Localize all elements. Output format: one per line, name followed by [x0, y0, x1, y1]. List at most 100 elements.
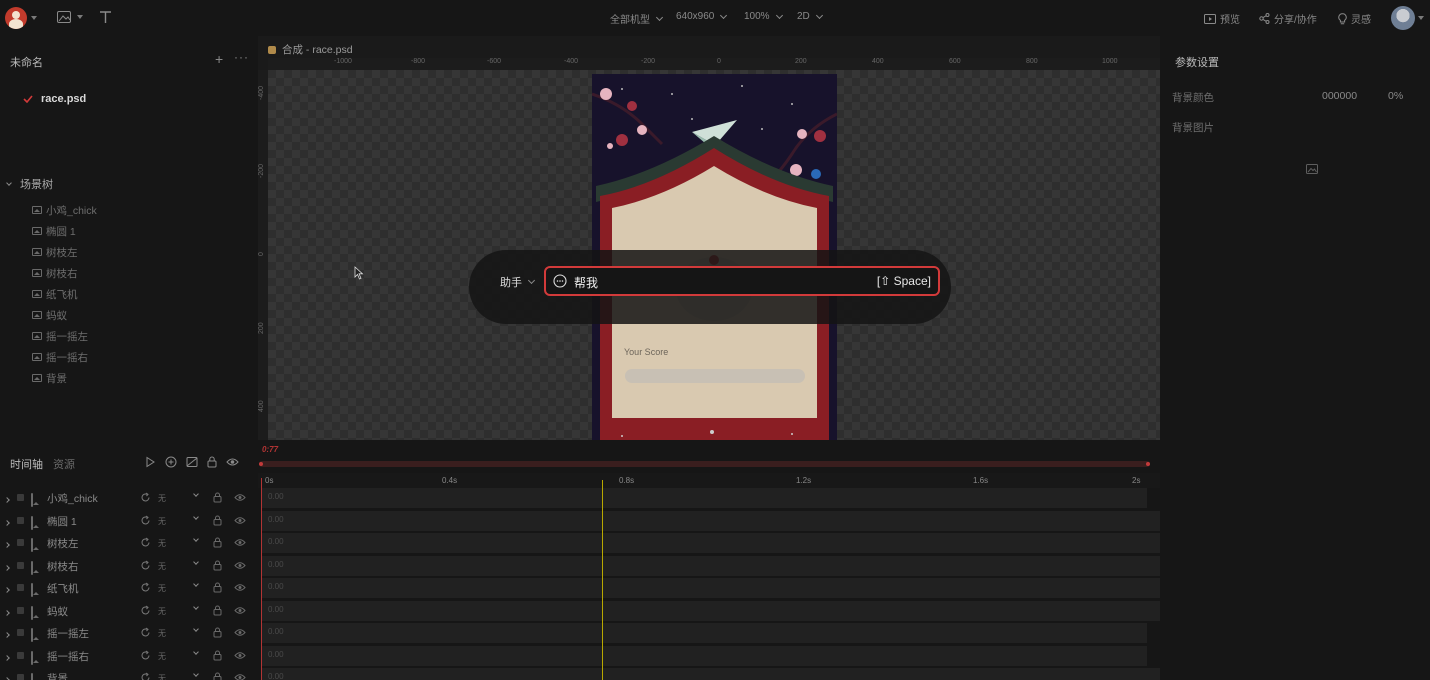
color-swatch[interactable] — [17, 516, 24, 524]
eye-icon[interactable] — [234, 583, 246, 592]
assistant-mode-select[interactable]: 助手 — [500, 274, 537, 290]
color-swatch[interactable] — [17, 651, 24, 659]
add-button[interactable]: + — [215, 52, 223, 66]
lock-icon[interactable] — [213, 650, 222, 661]
color-swatch[interactable] — [17, 539, 24, 546]
expand-icon[interactable] — [4, 538, 10, 550]
lock-icon[interactable] — [213, 515, 222, 526]
tree-item[interactable]: 纸飞机 — [32, 286, 78, 302]
chevron-down-icon[interactable] — [193, 491, 199, 497]
ease-select[interactable]: 无 — [158, 651, 166, 662]
lock-icon[interactable] — [213, 627, 222, 638]
track-row[interactable]: 小鸡_chick 无 0.00 — [0, 487, 1160, 509]
track-bar[interactable] — [262, 578, 1160, 598]
chevron-down-icon[interactable] — [193, 648, 199, 655]
eye-icon[interactable] — [234, 561, 246, 570]
loop-icon[interactable] — [140, 672, 151, 680]
tree-item[interactable]: 树枝右 — [32, 265, 78, 281]
track-bar[interactable] — [262, 510, 1160, 531]
loop-icon[interactable] — [140, 492, 151, 503]
track-bar[interactable] — [262, 600, 1160, 621]
eye-icon[interactable] — [226, 457, 239, 467]
tree-item[interactable]: 树枝左 — [32, 244, 78, 260]
add-keyframe-icon[interactable] — [165, 456, 177, 468]
loop-icon[interactable] — [140, 650, 151, 661]
user-menu[interactable] — [1391, 6, 1424, 30]
composition-tab[interactable]: 合成 - race.psd — [268, 42, 353, 57]
color-swatch[interactable] — [17, 674, 24, 680]
track-row[interactable]: 背景 无 0.00 — [0, 667, 1160, 680]
tree-item[interactable]: 蚂蚁 — [32, 307, 67, 323]
track-row[interactable]: 树枝右 无 0.00 — [0, 555, 1160, 577]
bg-image-upload[interactable] — [1306, 164, 1318, 174]
bg-color-input[interactable]: 000000 — [1322, 90, 1357, 102]
lock-icon[interactable] — [213, 605, 222, 616]
track-bar[interactable] — [262, 555, 1160, 576]
ease-select[interactable]: 无 — [158, 516, 166, 527]
chevron-down-icon[interactable] — [193, 603, 199, 610]
mode-select[interactable]: 2D — [797, 11, 825, 22]
chevron-down-icon[interactable] — [193, 513, 199, 520]
expand-icon[interactable] — [4, 673, 10, 680]
track-bar[interactable] — [262, 645, 1147, 666]
device-select[interactable]: 全部机型 — [610, 11, 665, 26]
lock-icon[interactable] — [213, 492, 222, 503]
tab-timeline[interactable]: 时间轴 — [10, 456, 43, 472]
tab-assets[interactable]: 资源 — [53, 456, 75, 472]
ease-select[interactable]: 无 — [158, 561, 166, 572]
track-bar[interactable] — [262, 488, 1147, 508]
tree-item[interactable]: 背景 — [32, 370, 67, 386]
expand-icon[interactable] — [4, 493, 10, 505]
eye-icon[interactable] — [234, 651, 246, 660]
lock-icon[interactable] — [213, 672, 222, 680]
chevron-down-icon[interactable] — [193, 626, 199, 632]
file-item[interactable]: race.psd — [23, 93, 86, 105]
eye-icon[interactable] — [234, 606, 246, 615]
inspiration-button[interactable]: 灵感 — [1338, 11, 1371, 26]
preview-button[interactable]: 预览 — [1204, 11, 1240, 26]
assistant-input[interactable]: 帮我 [⇧ Space] — [544, 266, 940, 296]
expand-icon[interactable] — [4, 516, 10, 528]
loop-icon[interactable] — [140, 582, 151, 593]
loop-icon[interactable] — [140, 537, 151, 548]
tree-item[interactable]: 小鸡_chick — [32, 202, 97, 218]
play-icon[interactable] — [144, 456, 156, 468]
lock-icon[interactable] — [213, 560, 222, 571]
eye-icon[interactable] — [234, 493, 246, 502]
eye-icon[interactable] — [234, 516, 246, 525]
color-swatch[interactable] — [17, 494, 24, 501]
bg-opacity-input[interactable]: 0% — [1388, 90, 1403, 102]
chevron-down-icon[interactable] — [193, 536, 199, 542]
ease-select[interactable]: 无 — [158, 673, 166, 680]
loop-icon[interactable] — [140, 627, 151, 638]
playhead[interactable] — [602, 480, 603, 680]
resolution-select[interactable]: 640x960 — [676, 11, 729, 22]
color-swatch[interactable] — [17, 561, 24, 569]
track-row[interactable]: 树枝左 无 0.00 — [0, 532, 1160, 554]
track-row[interactable]: 椭圆 1 无 0.00 — [0, 510, 1160, 532]
time-ruler[interactable]: 0s 0.4s 0.8s 1.2s 1.6s 2s — [258, 473, 1160, 488]
loop-icon[interactable] — [140, 515, 151, 526]
zoom-select[interactable]: 100% — [744, 11, 785, 22]
expand-icon[interactable] — [4, 651, 10, 663]
chevron-down-icon[interactable] — [193, 671, 199, 677]
tree-item[interactable]: 摇一摇左 — [32, 328, 88, 344]
color-swatch[interactable] — [17, 606, 24, 614]
lock-icon[interactable] — [213, 537, 222, 548]
expand-icon[interactable] — [4, 606, 10, 618]
color-swatch[interactable] — [17, 629, 24, 636]
eye-icon[interactable] — [234, 538, 246, 547]
ease-select[interactable]: 无 — [158, 583, 166, 594]
track-bar[interactable] — [262, 623, 1147, 643]
eye-icon[interactable] — [234, 628, 246, 637]
timeline-scrubber[interactable] — [259, 461, 1150, 467]
image-tool[interactable] — [57, 11, 83, 23]
expand-icon[interactable] — [4, 628, 10, 640]
ease-select[interactable]: 无 — [158, 493, 166, 504]
track-row[interactable]: 摇一摇左 无 0.00 — [0, 622, 1160, 644]
expand-icon[interactable] — [4, 561, 10, 573]
loop-icon[interactable] — [140, 605, 151, 616]
track-row[interactable]: 摇一摇右 无 0.00 — [0, 645, 1160, 667]
track-row[interactable]: 纸飞机 无 0.00 — [0, 577, 1160, 599]
lock-icon[interactable] — [213, 582, 222, 593]
